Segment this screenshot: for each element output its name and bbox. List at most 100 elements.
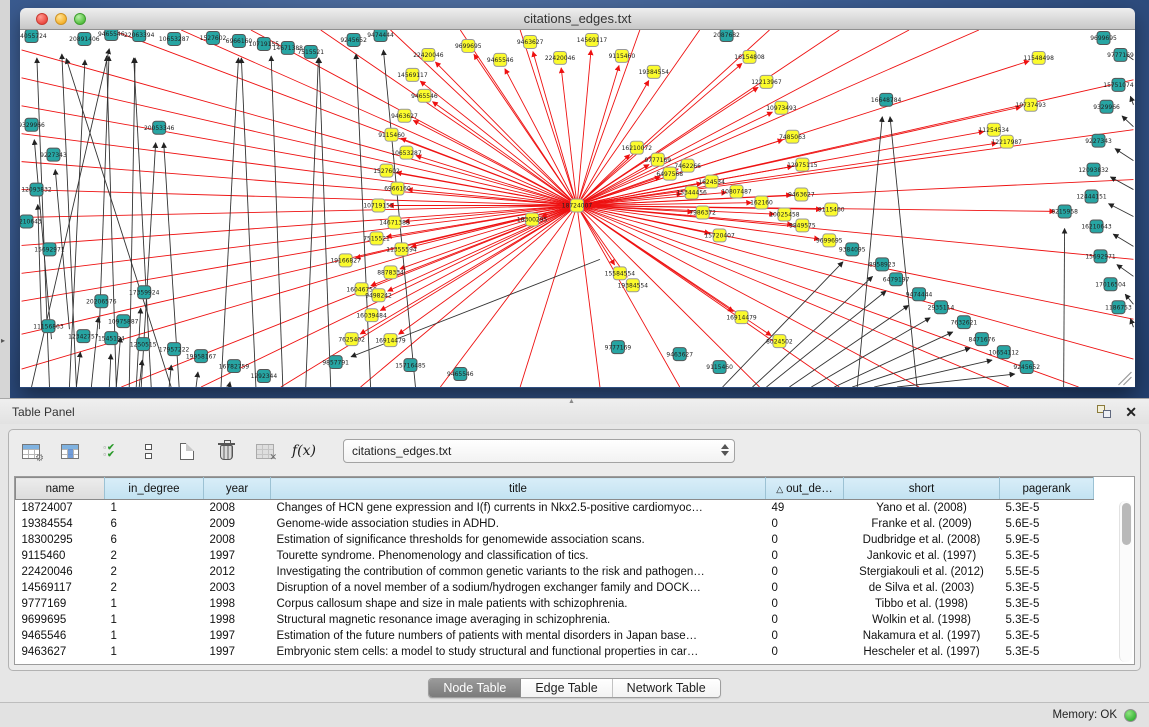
table-cell[interactable]: 1	[105, 500, 204, 516]
table-cell[interactable]: Investigating the contribution of common…	[271, 564, 766, 580]
network-node[interactable]: 16914479	[726, 311, 757, 324]
table-cell[interactable]: 0	[766, 532, 844, 548]
column-visibility-icon[interactable]	[58, 439, 82, 463]
tab-node-table[interactable]: Node Table	[429, 679, 521, 697]
network-node[interactable]: 7632621	[951, 316, 978, 329]
table-cell[interactable]: 5.3E-5	[1000, 596, 1094, 612]
table-cell[interactable]: Nakamura et al. (1997)	[844, 628, 1000, 644]
network-node[interactable]: 9329966	[1093, 100, 1120, 113]
table-cell[interactable]: Franke et al. (2009)	[844, 516, 1000, 532]
table-cell[interactable]: 19384554	[16, 516, 105, 532]
column-header-short[interactable]: short	[844, 478, 1000, 500]
table-row[interactable]: 969969511998Structural magnetic resonanc…	[16, 612, 1094, 628]
table-row[interactable]: 946362711997Embryonic stem cells: a mode…	[16, 644, 1094, 660]
close-panel-icon[interactable]: ✕	[1125, 405, 1137, 419]
network-node[interactable]: 10807487	[721, 185, 752, 198]
table-select-dropdown[interactable]: citations_edges.txt	[343, 439, 735, 463]
network-node[interactable]: 7625402	[338, 333, 365, 346]
network-node[interactable]: 9465546	[487, 53, 514, 66]
network-node[interactable]: 9463627	[666, 348, 693, 361]
network-node[interactable]: 6966160	[384, 182, 411, 195]
function-builder-icon[interactable]: f(x)	[292, 439, 316, 463]
network-node[interactable]: 8878334	[377, 266, 404, 279]
delete-icon[interactable]	[214, 439, 238, 463]
column-header-name[interactable]: name	[16, 478, 105, 500]
table-cell[interactable]: 18724007	[16, 500, 105, 516]
network-window-titlebar[interactable]: citations_edges.txt	[20, 8, 1135, 30]
table-cell[interactable]: 22420046	[16, 564, 105, 580]
table-cell[interactable]: 5.3E-5	[1000, 580, 1094, 596]
table-cell[interactable]: 5.3E-5	[1000, 644, 1094, 660]
table-cell[interactable]: 2	[105, 548, 204, 564]
network-node[interactable]: 19166827	[330, 254, 361, 267]
network-node[interactable]: 16210072	[622, 141, 653, 154]
table-cell[interactable]: Hescheler et al. (1997)	[844, 644, 1000, 660]
network-window[interactable]: citations_edges.txt 18724007183002951621…	[20, 8, 1135, 388]
network-node[interactable]: 16782759	[219, 360, 250, 373]
table-cell[interactable]: 0	[766, 612, 844, 628]
network-node[interactable]: 19384554	[639, 65, 670, 78]
network-node[interactable]: 1250515	[130, 338, 157, 351]
network-node[interactable]: 9115460	[706, 361, 733, 374]
table-cell[interactable]: Stergiakouli et al. (2012)	[844, 564, 1000, 580]
table-cell[interactable]: 1	[105, 628, 204, 644]
network-node[interactable]: 15584554	[605, 267, 636, 280]
table-row[interactable]: 1938455462009Genome-wide association stu…	[16, 516, 1094, 532]
network-node[interactable]: 9115460	[609, 49, 636, 62]
network-node[interactable]: 10654112	[989, 346, 1020, 359]
tab-network-table[interactable]: Network Table	[613, 679, 720, 697]
column-header-in_degree[interactable]: in_degree	[105, 478, 204, 500]
network-node[interactable]: 2087682	[713, 30, 740, 41]
network-node[interactable]: 16039484	[356, 309, 387, 322]
network-node[interactable]: 12342757	[68, 330, 99, 343]
table-cell[interactable]: Structural magnetic resonance image aver…	[271, 612, 766, 628]
network-node[interactable]: 9777169	[1107, 48, 1134, 61]
column-header-pagerank[interactable]: pagerank	[1000, 478, 1094, 500]
expand-panel-arrow-icon[interactable]: ▸	[1, 336, 5, 345]
network-node[interactable]: 9474444	[367, 30, 394, 41]
column-header-out_de[interactable]: △out_de…	[766, 478, 844, 500]
network-node[interactable]: 22063394	[124, 30, 155, 41]
table-scrollbar[interactable]	[1119, 501, 1132, 662]
network-node[interactable]: 11548498	[1024, 51, 1055, 64]
network-node[interactable]: 162160	[750, 196, 773, 209]
table-cell[interactable]: Corpus callosum shape and size in male p…	[271, 596, 766, 612]
network-node[interactable]: 12093832	[1078, 163, 1109, 176]
table-row[interactable]: 946554611997Estimation of the future num…	[16, 628, 1094, 644]
table-scrollbar-thumb[interactable]	[1122, 503, 1131, 545]
network-node[interactable]: 8024502	[766, 335, 793, 348]
table-cell[interactable]: 0	[766, 580, 844, 596]
table-cell[interactable]: 0	[766, 516, 844, 532]
table-cell[interactable]: 1997	[204, 548, 271, 564]
table-cell[interactable]: 5.3E-5	[1000, 548, 1094, 564]
table-cell[interactable]: 2003	[204, 580, 271, 596]
table-row[interactable]: 2242004622012Investigating the contribut…	[16, 564, 1094, 580]
table-cell[interactable]: 1	[105, 596, 204, 612]
network-node[interactable]: 12217987	[992, 135, 1023, 148]
table-cell[interactable]: 1	[105, 644, 204, 660]
table-cell[interactable]: 1998	[204, 596, 271, 612]
network-node[interactable]: 9465546	[411, 89, 438, 102]
table-row[interactable]: 977716911998Corpus callosum shape and si…	[16, 596, 1094, 612]
network-node[interactable]: 10025458	[769, 208, 800, 221]
network-node[interactable]: 15692971	[1085, 250, 1116, 263]
network-node[interactable]: 9227343	[40, 148, 67, 161]
table-cell[interactable]: Estimation of significance thresholds fo…	[271, 532, 766, 548]
row-select-icon[interactable]: ✔✔	[97, 439, 121, 463]
table-cell[interactable]: 5.6E-5	[1000, 516, 1094, 532]
minimize-window-button[interactable]	[55, 13, 67, 25]
network-node[interactable]: 1186753	[1105, 301, 1132, 314]
table-cell[interactable]: 18300295	[16, 532, 105, 548]
network-node[interactable]: 16914479	[375, 334, 406, 347]
network-node[interactable]: 8958923	[869, 258, 896, 271]
network-node[interactable]: 19958167	[186, 350, 217, 363]
network-node[interactable]: 9245652	[340, 33, 367, 46]
table-settings-icon[interactable]: ⚙	[19, 439, 43, 463]
network-node[interactable]: 15751074	[1103, 78, 1134, 91]
table-cell[interactable]: 14569117	[16, 580, 105, 596]
network-node[interactable]: 10653287	[159, 32, 190, 45]
table-cell[interactable]: Dudbridge et al. (2008)	[844, 532, 1000, 548]
table-cell[interactable]: 1997	[204, 644, 271, 660]
network-node[interactable]: 12213967	[751, 75, 782, 88]
network-node[interactable]: 14569117	[397, 68, 428, 81]
